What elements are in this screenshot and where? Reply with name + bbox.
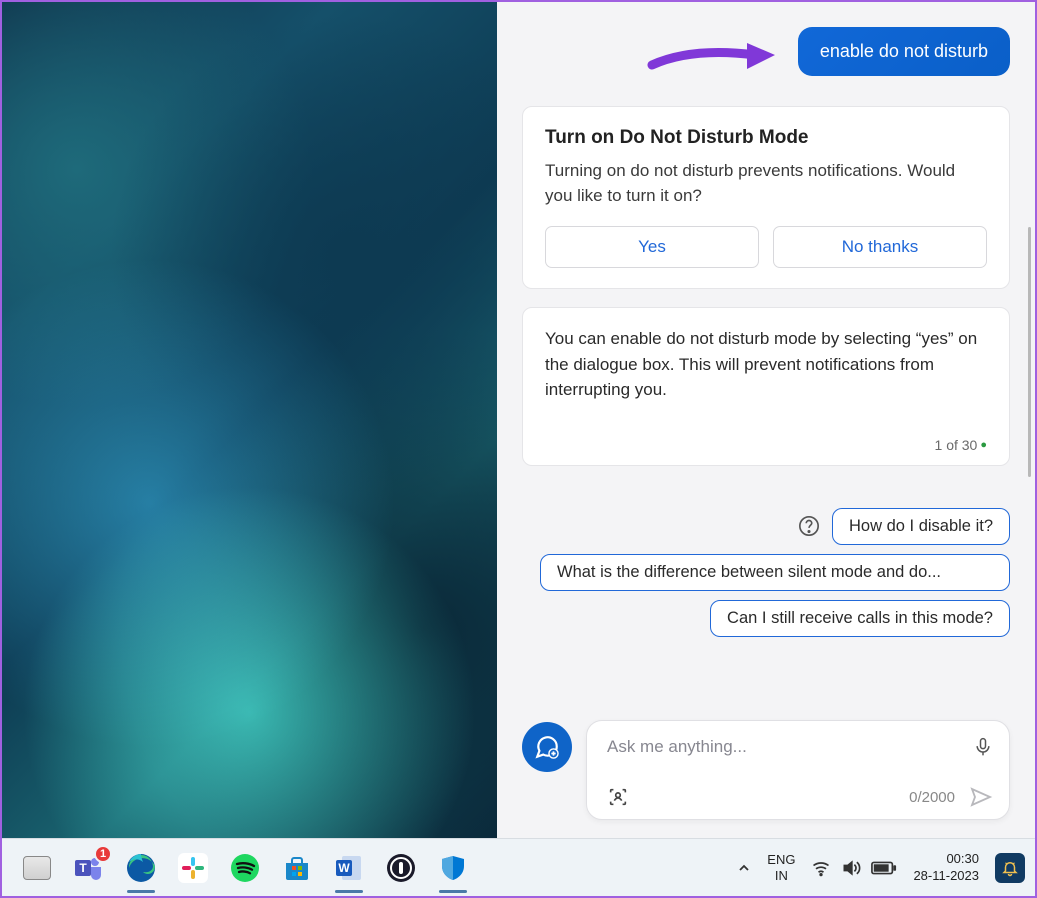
card-title: Turn on Do Not Disturb Mode <box>545 127 987 149</box>
character-count: 0/2000 <box>629 789 955 806</box>
copilot-chat-panel: enable do not disturb Turn on Do Not Dis… <box>497 2 1035 838</box>
tray-chevron-icon[interactable] <box>737 861 751 875</box>
card-body-text: Turning on do not disturb prevents notif… <box>545 159 987 208</box>
ms-store-icon[interactable] <box>280 851 314 885</box>
battery-icon[interactable] <box>871 860 897 876</box>
send-icon[interactable] <box>969 785 993 809</box>
wifi-icon[interactable] <box>811 858 831 878</box>
image-search-icon[interactable] <box>607 786 629 808</box>
suggestion-chip-2[interactable]: What is the difference between silent mo… <box>540 554 1010 591</box>
new-topic-button[interactable] <box>522 722 572 772</box>
yes-button[interactable]: Yes <box>545 226 759 268</box>
assistant-response-text: You can enable do not disturb mode by se… <box>545 326 987 403</box>
spotify-icon[interactable] <box>228 851 262 885</box>
dnd-action-card: Turn on Do Not Disturb Mode Turning on d… <box>522 106 1010 289</box>
chat-scroll-area[interactable]: enable do not disturb Turn on Do Not Dis… <box>497 2 1035 720</box>
turn-counter: 1 of 30● <box>545 437 987 453</box>
windows-taskbar[interactable]: T 1 W ENG <box>2 838 1035 896</box>
chat-input-box[interactable]: Ask me anything... 0/2000 <box>586 720 1010 820</box>
annotation-arrow <box>647 37 777 77</box>
desktop-wallpaper <box>2 2 497 838</box>
chat-input-placeholder: Ask me anything... <box>607 737 973 757</box>
windows-security-icon[interactable] <box>436 851 470 885</box>
svg-text:T: T <box>79 861 87 875</box>
suggestion-chips: How do I disable it? What is the differe… <box>522 508 1010 637</box>
taskview-icon[interactable] <box>20 851 54 885</box>
svg-text:W: W <box>338 861 350 875</box>
user-message-bubble: enable do not disturb <box>798 27 1010 76</box>
suggestion-chip-3[interactable]: Can I still receive calls in this mode? <box>710 600 1010 637</box>
1password-icon[interactable] <box>384 851 418 885</box>
teams-icon[interactable]: T 1 <box>72 851 106 885</box>
volume-icon[interactable] <box>841 858 861 878</box>
word-icon[interactable]: W <box>332 851 366 885</box>
suggestion-chip-1[interactable]: How do I disable it? <box>832 508 1010 545</box>
help-icon[interactable] <box>798 515 820 537</box>
microphone-icon[interactable] <box>973 735 993 759</box>
no-thanks-button[interactable]: No thanks <box>773 226 987 268</box>
language-indicator[interactable]: ENG IN <box>767 852 795 883</box>
assistant-response-card: You can enable do not disturb mode by se… <box>522 307 1010 466</box>
slack-icon[interactable] <box>176 851 210 885</box>
edge-icon[interactable] <box>124 851 158 885</box>
taskbar-clock[interactable]: 00:30 28-11-2023 <box>913 851 979 885</box>
teams-notification-badge: 1 <box>94 845 112 863</box>
notification-center-icon[interactable] <box>995 853 1025 883</box>
